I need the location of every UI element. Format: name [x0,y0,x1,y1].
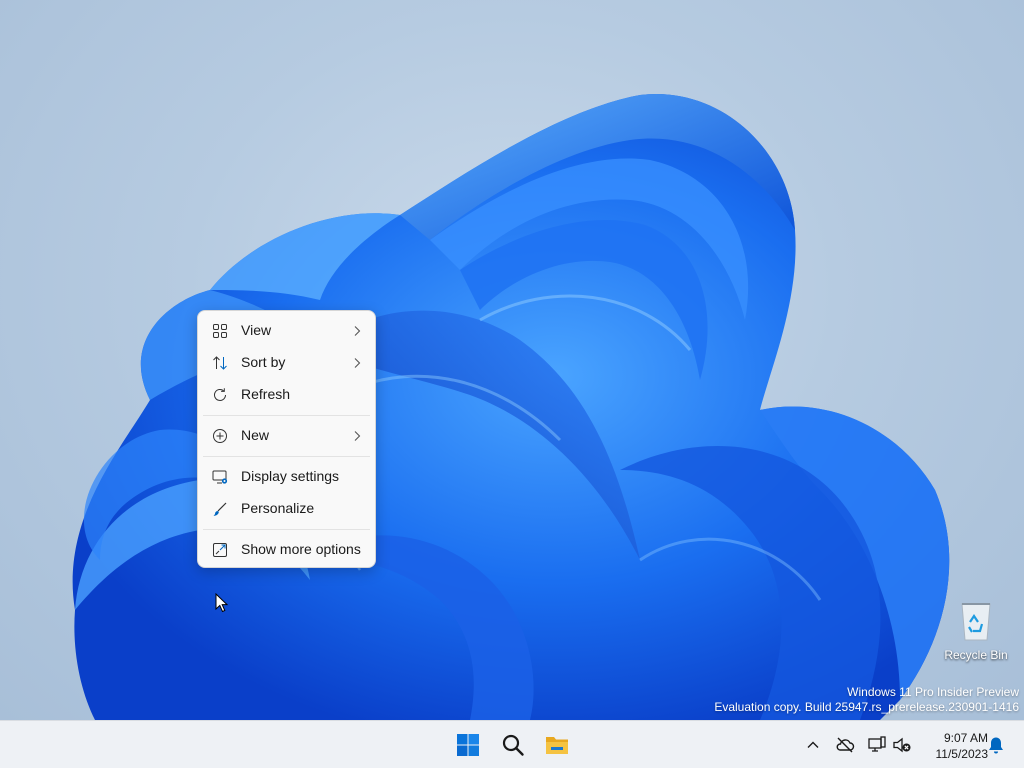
chevron-right-icon [354,326,361,336]
chevron-up-icon[interactable] [803,735,823,755]
menu-item-new[interactable]: New [202,421,371,451]
show-more-options-icon [213,543,227,557]
sort-icon [213,356,227,370]
menu-separator [203,415,370,416]
desktop[interactable]: View Sort by Refresh New Display setting… [0,0,1024,720]
menu-item-label: Refresh [241,386,291,402]
new-plus-icon [213,429,227,443]
chevron-right-icon [354,358,361,368]
menu-item-view[interactable]: View [202,316,371,346]
system-clock[interactable]: 9:07 AM 11/5/2023 [918,730,989,762]
chevron-right-icon [354,431,361,441]
recycle-bin-desktop-icon[interactable]: Recycle Bin [940,596,1012,666]
menu-item-personalize[interactable]: Personalize [202,494,371,524]
windows-logo-icon [457,734,479,756]
menu-item-label: Display settings [241,468,340,484]
folder-icon [546,737,568,754]
clock-date: 11/5/2023 [935,747,989,761]
menu-item-label: New [241,427,270,443]
taskbar: 9:07 AM 11/5/2023 [0,720,1024,768]
mouse-pointer-icon [215,593,229,613]
menu-separator [203,456,370,457]
file-explorer-button[interactable] [539,727,575,763]
watermark-line-1: Windows 11 Pro Insider Preview [847,685,1019,699]
recycle-bin-icon [961,603,991,641]
menu-item-refresh[interactable]: Refresh [202,380,371,410]
menu-item-sort-by[interactable]: Sort by [202,348,371,378]
view-grid-icon [213,324,227,338]
network-icon[interactable] [867,735,887,755]
start-button[interactable] [450,727,486,763]
cloud-offline-icon[interactable] [835,735,855,755]
wallpaper-bloom [72,93,950,720]
search-button[interactable] [495,727,531,763]
desktop-context-menu: View Sort by Refresh New Display setting… [197,310,376,568]
watermark-line-2: Evaluation copy. Build 25947.rs_prerelea… [714,700,1019,714]
menu-item-label: Personalize [241,500,315,516]
recycle-bin-label: Recycle Bin [944,648,1008,662]
brush-icon [213,502,227,516]
menu-item-label: Show more options [241,541,361,557]
menu-separator [203,529,370,530]
speaker-muted-icon[interactable] [892,735,912,755]
display-settings-icon [212,470,228,484]
menu-item-label: View [241,322,272,338]
search-icon [502,734,524,756]
refresh-icon [214,388,226,401]
notification-bell-icon[interactable] [986,735,1006,755]
menu-item-show-more-options[interactable]: Show more options [202,535,371,565]
menu-item-label: Sort by [241,354,286,370]
evaluation-watermark: Windows 11 Pro Insider Preview Evaluatio… [714,685,1019,715]
menu-item-display-settings[interactable]: Display settings [202,462,371,492]
clock-time: 9:07 AM [943,731,988,745]
